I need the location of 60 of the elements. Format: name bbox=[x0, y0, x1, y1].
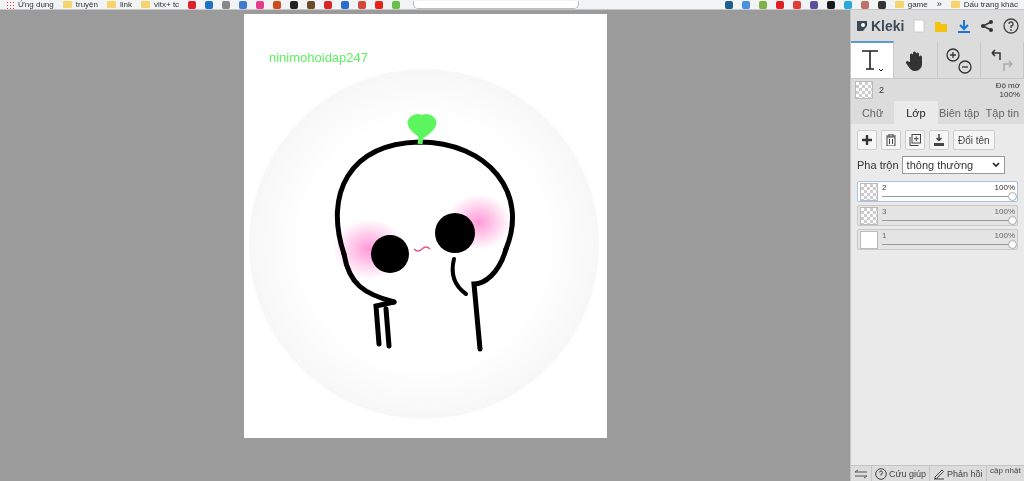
rename-layer-button[interactable]: Đổi tên bbox=[953, 130, 995, 150]
layer-thumbnail bbox=[860, 206, 878, 225]
layer-opacity: 100% bbox=[994, 207, 1015, 216]
bookmark-folder[interactable]: vitx+ tc bbox=[141, 0, 180, 9]
slider-thumb[interactable] bbox=[1008, 216, 1017, 225]
layer-row[interactable]: 1 100% bbox=[857, 229, 1018, 250]
merge-layer-button[interactable] bbox=[929, 130, 949, 150]
merge-down-icon bbox=[933, 134, 945, 146]
bookmark-folder[interactable]: link bbox=[107, 0, 132, 9]
opacity-value: 100% bbox=[999, 90, 1020, 99]
pencil-icon bbox=[933, 467, 946, 480]
layer-thumbnail bbox=[860, 182, 878, 201]
opacity-slider[interactable] bbox=[882, 241, 1015, 248]
slider-thumb[interactable] bbox=[1008, 240, 1017, 249]
slider-thumb[interactable] bbox=[1008, 192, 1017, 201]
layer-thumbnail bbox=[855, 81, 873, 99]
layer-thumbnail bbox=[860, 230, 878, 249]
text-tool-button[interactable] bbox=[851, 41, 895, 78]
blend-mode-dropdown[interactable]: thông thường bbox=[901, 156, 1005, 174]
opacity-label: Độ mờ bbox=[995, 81, 1020, 90]
layer-row[interactable]: 2 100% bbox=[857, 181, 1018, 202]
duplicate-layer-button[interactable] bbox=[905, 130, 925, 150]
bookmark-favicon-icon[interactable] bbox=[809, 0, 818, 9]
download-icon[interactable] bbox=[957, 18, 972, 33]
help-icon[interactable] bbox=[1003, 17, 1019, 34]
bookmark-folder[interactable]: truyện bbox=[62, 0, 98, 9]
duplicate-icon bbox=[909, 134, 921, 146]
add-layer-button[interactable] bbox=[857, 130, 877, 150]
bookmark-favicon-icon[interactable] bbox=[290, 0, 299, 9]
canvas-text: ninimohoidap247 bbox=[269, 50, 369, 65]
bookmark-favicon-icon[interactable] bbox=[877, 0, 886, 9]
panel-tab[interactable]: Lớp bbox=[894, 101, 938, 124]
layer-name: 2 bbox=[879, 85, 885, 95]
help-button[interactable]: Cứu giúp bbox=[872, 466, 931, 481]
chevron-down-icon bbox=[991, 162, 1000, 168]
plus-icon bbox=[862, 135, 872, 145]
layer-opacity: 100% bbox=[994, 183, 1015, 192]
app-name: Kleki bbox=[871, 17, 905, 34]
swap-arrows-icon bbox=[854, 468, 868, 479]
layer-name: 2 bbox=[882, 183, 887, 192]
layer-name: 1 bbox=[882, 231, 887, 240]
layer-name: 3 bbox=[882, 207, 887, 216]
blend-mode-label: Pha trộn bbox=[857, 159, 899, 171]
more-bookmarks-button[interactable]: » bbox=[936, 0, 942, 9]
zoom-in-out-icon bbox=[943, 46, 974, 75]
layer-opacity: 100% bbox=[994, 231, 1015, 240]
bookmark-favicon-icon[interactable] bbox=[826, 0, 835, 9]
bookmark-favicon-icon[interactable] bbox=[307, 0, 316, 9]
kleki-logo-icon bbox=[855, 18, 869, 33]
bookmark-folder[interactable]: Dấu trang khác bbox=[950, 0, 1018, 9]
share-icon[interactable] bbox=[980, 18, 995, 33]
layer-row[interactable]: 3 100% bbox=[857, 205, 1018, 226]
help-icon bbox=[875, 467, 887, 480]
opacity-slider[interactable] bbox=[882, 193, 1015, 200]
bookmark-folder[interactable]: game bbox=[894, 0, 928, 9]
opacity-slider[interactable] bbox=[882, 217, 1015, 224]
trash-icon bbox=[886, 134, 896, 146]
delete-layer-button[interactable] bbox=[881, 130, 901, 150]
bookmark-favicon-icon[interactable] bbox=[724, 0, 733, 9]
apps-shortcut[interactable]: Ứng dụng bbox=[6, 0, 54, 9]
